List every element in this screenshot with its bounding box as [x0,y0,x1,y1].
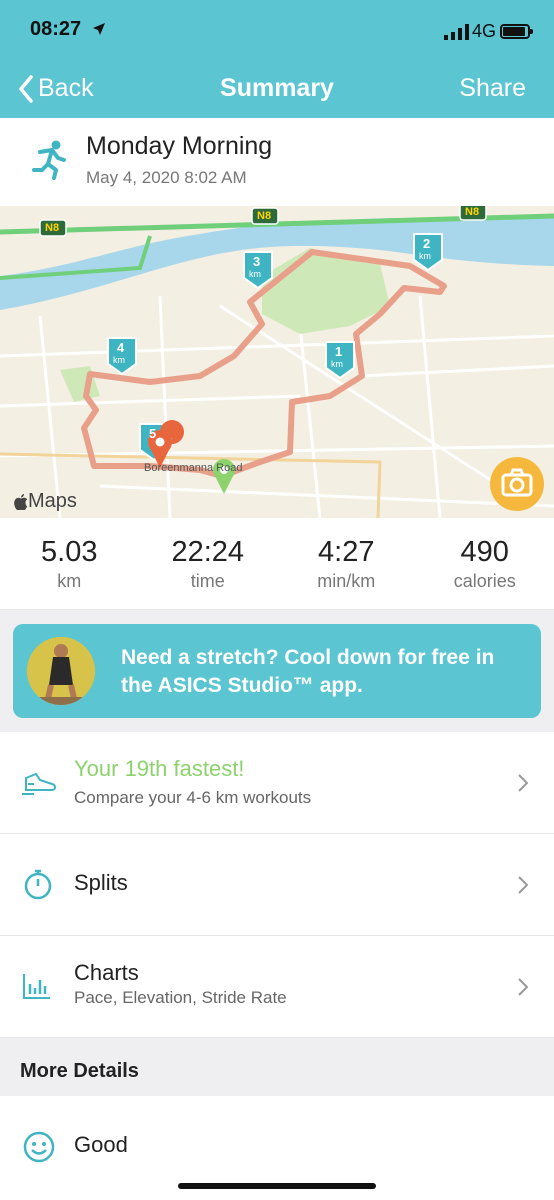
street-label: Boreenmanna Road [144,462,243,474]
chevron-right-icon [518,978,528,996]
camera-button[interactable] [489,456,545,512]
more-details-header: More Details [0,1038,554,1096]
chevron-right-icon [518,774,528,792]
stretch-figure-icon [27,637,95,705]
signal-icon [444,24,469,40]
row-title: Charts [74,960,139,985]
status-time: 08:27 [30,18,82,40]
stat-distance: 5.03 km [0,518,139,609]
maps-label: Maps [28,490,77,512]
stat-pace: 4:27 min/km [277,518,416,609]
network-label: 4G [471,21,496,41]
workout-date: May 4, 2020 8:02 AM [86,168,247,187]
workout-title: Monday Morning [86,132,273,160]
road-label: N8 [465,206,480,218]
km-marker-5[interactable]: 5 [149,426,156,441]
km-marker-unit: km [113,355,125,365]
workout-stats: 5.03 km 22:24 time 4:27 min/km 490 calor… [0,518,554,610]
promo-section: Need a stretch? Cool down for free in th… [0,624,554,732]
km-marker-unit: km [331,359,343,369]
feeling-label: Good [74,1132,128,1157]
stat-calories: 490 calories [416,518,554,609]
nav-bar: Back Summary Share [0,66,554,118]
km-marker-1[interactable]: 1 [335,344,342,359]
row-subtitle: Pace, Elevation, Stride Rate [74,988,287,1007]
apple-logo-icon [14,493,28,510]
km-marker-4[interactable]: 4 [117,340,124,355]
status-bar: 08:27 4G [0,0,554,66]
stat-value: 4:27 [318,536,375,568]
smiley-icon [23,1131,55,1163]
km-marker-unit: km [419,251,431,261]
stat-value: 5.03 [41,536,98,568]
section-title: More Details [20,1060,139,1082]
map-canvas [0,206,554,518]
maps-attribution[interactable]: Maps [14,490,77,513]
asics-studio-banner[interactable]: Need a stretch? Cool down for free in th… [13,624,541,718]
row-title: Splits [74,870,128,895]
bar-chart-icon [23,974,50,999]
row-title: Your 19th fastest! [74,756,245,781]
home-indicator[interactable] [178,1183,376,1189]
stat-value: 22:24 [171,536,245,568]
stat-time: 22:24 time [139,518,278,609]
km-marker-3[interactable]: 3 [253,254,260,269]
divider [0,610,554,624]
route-map[interactable]: N8 N8 N8 1 km 2 km 3 km 4 km 5 Boreenman… [0,206,554,518]
row-subtitle: Compare your 4-6 km workouts [74,788,312,807]
splits-row[interactable]: Splits [0,834,554,936]
road-label: N8 [45,222,60,234]
stat-unit: km [57,571,82,591]
fastest-row[interactable]: Your 19th fastest! Compare your 4-6 km w… [0,732,554,834]
stat-value: 490 [460,536,509,568]
stretch-photo [27,637,95,705]
charts-row[interactable]: Charts Pace, Elevation, Stride Rate [0,936,554,1038]
km-marker-2[interactable]: 2 [423,236,430,251]
battery-icon [500,24,533,39]
stat-unit: min/km [317,571,376,591]
stopwatch-icon [24,869,52,900]
km-marker-unit: km [249,269,261,279]
runner-icon [32,140,66,180]
banner-text: Need a stretch? Cool down for free in th… [121,646,495,697]
workout-header: Monday Morning May 4, 2020 8:02 AM [0,118,554,206]
stat-unit: time [190,571,225,591]
header: 08:27 4G Back Summary Share [0,0,554,118]
share-button[interactable]: Share [459,74,526,103]
shoe-icon [22,772,56,795]
location-arrow-icon [93,23,105,35]
chevron-right-icon [518,876,528,894]
road-label: N8 [257,210,272,222]
stat-unit: calories [453,571,516,591]
